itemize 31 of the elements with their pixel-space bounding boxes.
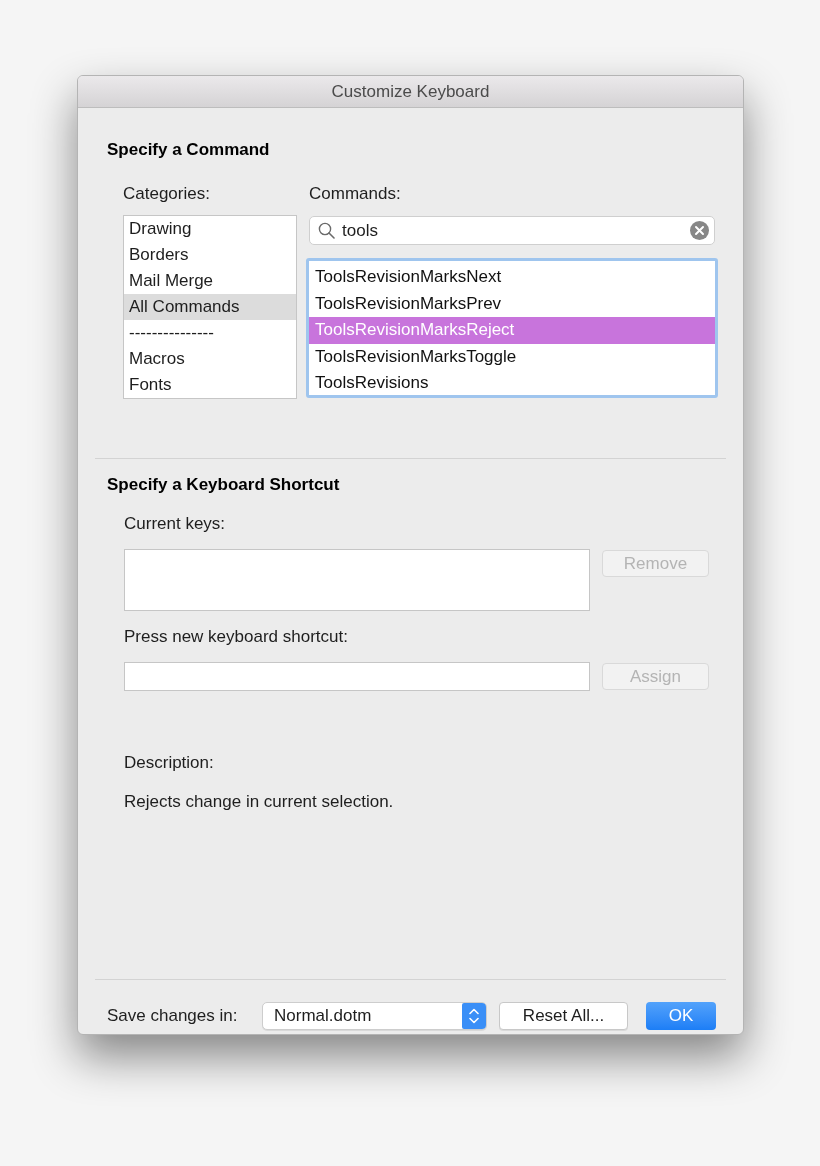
list-label: Categories:: [123, 184, 210, 203]
category-item[interactable]: Fonts: [124, 372, 296, 398]
command-item[interactable]: ToolsRevisionMarksToggle: [309, 343, 715, 371]
description-text: Rejects change in current selection.: [124, 792, 394, 811]
list-label: Commands:: [309, 184, 401, 203]
window-title: Customize Keyboard: [331, 81, 490, 102]
search-field[interactable]: tools: [309, 216, 715, 245]
command-list[interactable]: ToolsRevisionMarksNext ToolsRevisionMarksPrev ToolsRevisionMarksReject ToolsRevisionMarksToggle ToolsRevisions: [306, 258, 718, 398]
category-item[interactable]: Borders: [124, 242, 296, 268]
category-item[interactable]: Drawing: [124, 216, 296, 242]
search-icon: [318, 222, 335, 239]
category-item[interactable]: ---------------: [124, 320, 296, 346]
current-keys-field[interactable]: [124, 549, 590, 611]
section-heading: Specify a Command: [107, 140, 270, 159]
save-label: Save changes in:: [107, 1006, 238, 1025]
command-item[interactable]: ToolsRevisionMarksNext: [309, 264, 715, 291]
category-item[interactable]: Macros: [124, 346, 296, 372]
category-item[interactable]: All Commands: [124, 294, 296, 320]
field-label: Description:: [124, 753, 214, 772]
shortcut-field[interactable]: [124, 662, 590, 691]
category-list[interactable]: Drawing Borders Mail Merge All Commands --------------- Macros Fonts: [123, 215, 297, 399]
clear-search-icon[interactable]: [690, 221, 709, 240]
field-label: Press new keyboard shortcut:: [124, 627, 348, 646]
category-item[interactable]: Mail Merge: [124, 268, 296, 294]
command-item[interactable]: ToolsRevisions: [309, 370, 715, 395]
command-item[interactable]: ToolsRevisionMarksPrev: [309, 290, 715, 318]
reset-all-button[interactable]: Reset All...: [499, 1002, 628, 1030]
field-label: Current keys:: [124, 514, 226, 533]
save-location-popup[interactable]: Normal.dotm: [262, 1002, 487, 1030]
section-heading: Specify a Keyboard Shortcut: [107, 475, 340, 494]
up-down-chevron-icon: [462, 1003, 486, 1029]
